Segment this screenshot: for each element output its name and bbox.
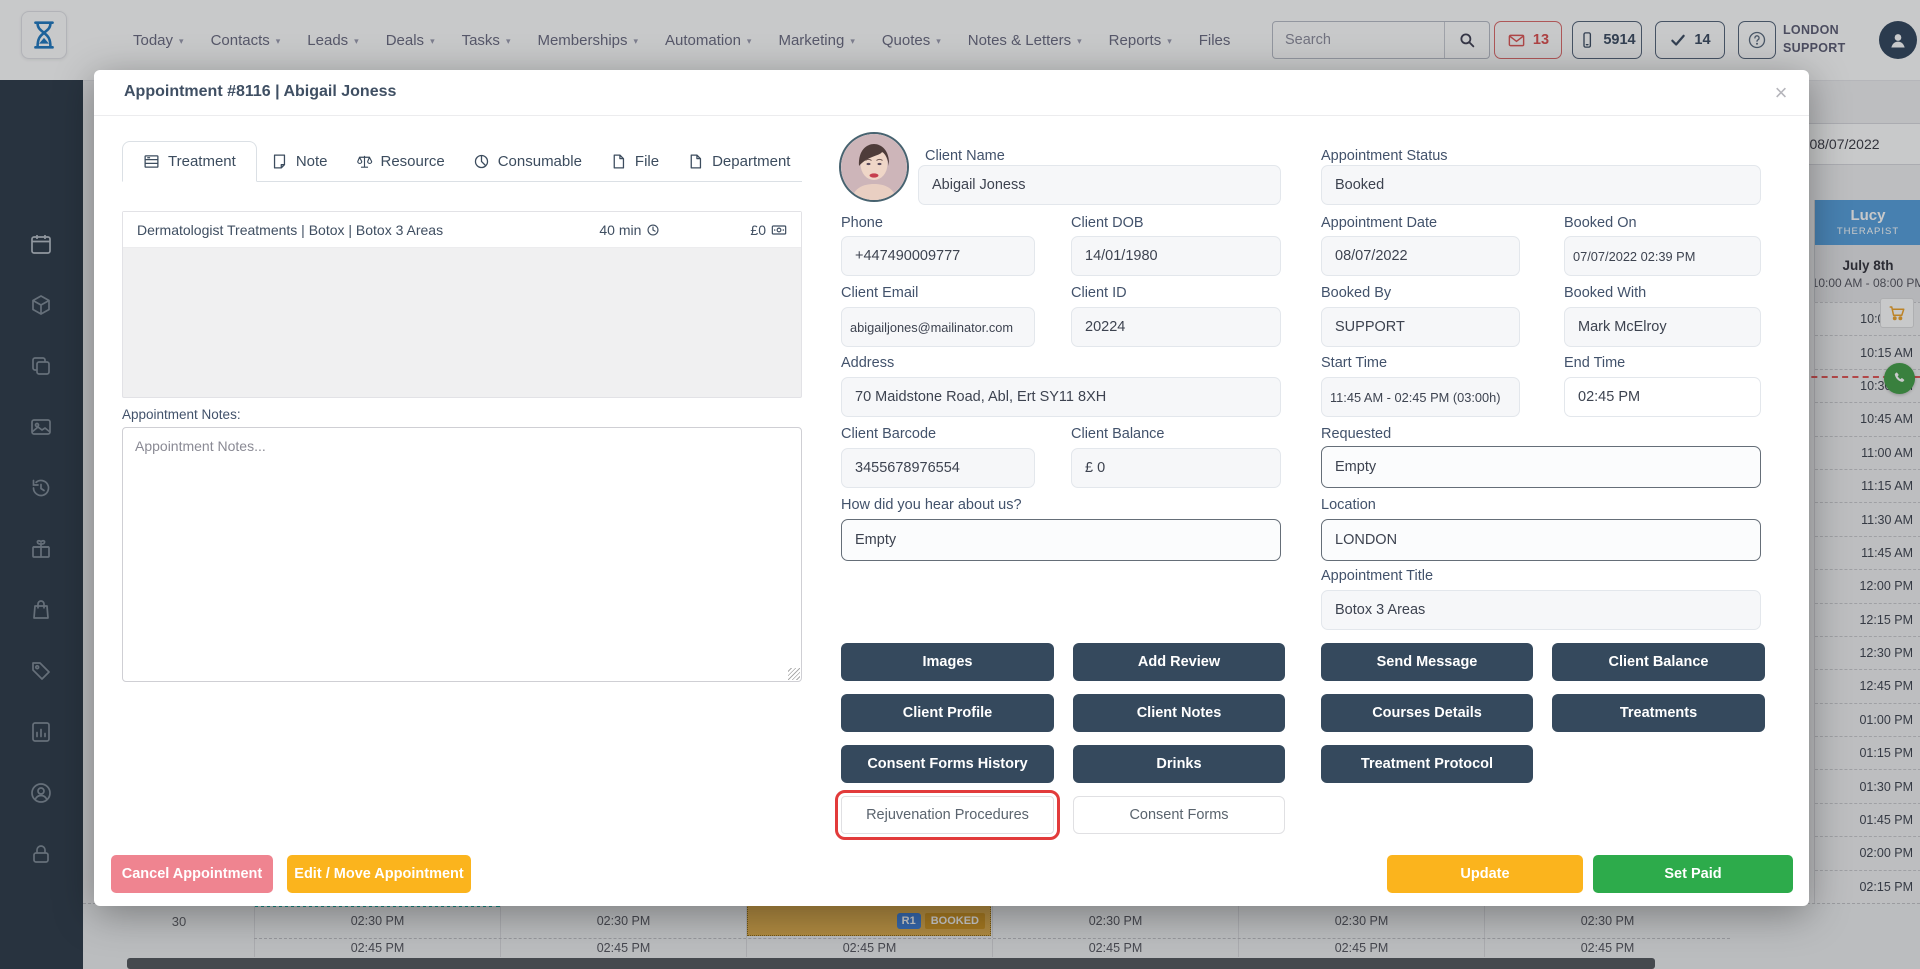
- images-button[interactable]: Images: [841, 643, 1054, 681]
- tab-label: Treatment: [168, 153, 236, 170]
- tab-label: Note: [296, 153, 328, 170]
- tab-label: Consumable: [498, 153, 582, 170]
- client-photo[interactable]: [841, 134, 907, 200]
- appointment-notes-label: Appointment Notes:: [122, 407, 241, 422]
- rejuvenation-procedures-button[interactable]: Rejuvenation Procedures: [841, 796, 1054, 834]
- tab-department[interactable]: Department: [673, 141, 804, 181]
- app-root: 08/07/2022 Lucy THERAPIST July 8th 10:00…: [0, 0, 1920, 969]
- client-id-input[interactable]: 20224: [1071, 307, 1281, 347]
- treatment-row[interactable]: Dermatologist Treatments | Botox | Botox…: [123, 212, 801, 248]
- tab-file[interactable]: File: [596, 141, 673, 181]
- client-dob-label: Client DOB: [1071, 215, 1144, 231]
- client-id-label: Client ID: [1071, 285, 1127, 301]
- courses-details-button[interactable]: Courses Details: [1321, 694, 1533, 732]
- tab-label: Department: [712, 153, 790, 170]
- client-balance-input[interactable]: £ 0: [1071, 448, 1281, 488]
- location-select[interactable]: LONDON: [1321, 519, 1761, 561]
- modal-tabs: Treatment Note Resource Consumable File …: [122, 141, 802, 182]
- booked-with-input[interactable]: Mark McElroy: [1564, 307, 1761, 347]
- appointment-notes-textarea[interactable]: [122, 427, 802, 682]
- client-email-label: Client Email: [841, 285, 918, 301]
- appointment-date-label: Appointment Date: [1321, 215, 1437, 231]
- tab-consumable[interactable]: Consumable: [459, 141, 596, 181]
- phone-input[interactable]: +447490009777: [841, 236, 1035, 276]
- hear-about-label: How did you hear about us?: [841, 497, 1022, 513]
- close-icon[interactable]: ×: [1766, 78, 1796, 108]
- file-icon: [687, 153, 704, 170]
- booked-with-label: Booked With: [1564, 285, 1646, 301]
- modal-header: Appointment #8116 | Abigail Joness ×: [94, 70, 1809, 116]
- client-name-label: Client Name: [925, 148, 1005, 164]
- booked-by-label: Booked By: [1321, 285, 1391, 301]
- appointment-status-input[interactable]: Booked: [1321, 165, 1761, 205]
- edit-move-appointment-button[interactable]: Edit / Move Appointment: [287, 855, 471, 893]
- location-label: Location: [1321, 497, 1376, 513]
- treatment-duration-label: 40 min: [599, 222, 641, 238]
- file-icon: [610, 153, 627, 170]
- scale-icon: [356, 153, 373, 170]
- appointment-modal: Appointment #8116 | Abigail Joness × Tre…: [94, 70, 1809, 906]
- client-profile-button[interactable]: Client Profile: [841, 694, 1054, 732]
- update-button[interactable]: Update: [1387, 855, 1583, 893]
- start-time-label: Start Time: [1321, 355, 1387, 371]
- end-time-input[interactable]: 02:45 PM: [1564, 377, 1761, 417]
- treatment-rows-icon: [143, 153, 160, 170]
- drinks-button[interactable]: Drinks: [1073, 745, 1285, 783]
- clock-icon: [646, 223, 660, 237]
- booked-on-input[interactable]: 07/07/2022 02:39 PM: [1564, 236, 1761, 276]
- cancel-appointment-button[interactable]: Cancel Appointment: [111, 855, 273, 893]
- client-name-input[interactable]: Abigail Joness: [918, 165, 1281, 205]
- appointment-status-label: Appointment Status: [1321, 148, 1448, 164]
- treatment-name: Dermatologist Treatments | Botox | Botox…: [123, 222, 599, 238]
- booked-by-input[interactable]: SUPPORT: [1321, 307, 1520, 347]
- note-icon: [271, 153, 288, 170]
- client-balance-button[interactable]: Client Balance: [1552, 643, 1765, 681]
- requested-select[interactable]: Empty: [1321, 446, 1761, 488]
- end-time-label: End Time: [1564, 355, 1625, 371]
- appointment-title-label: Appointment Title: [1321, 568, 1433, 584]
- appointment-date-input[interactable]: 08/07/2022: [1321, 236, 1520, 276]
- treatment-duration: 40 min: [599, 222, 660, 238]
- client-notes-button[interactable]: Client Notes: [1073, 694, 1285, 732]
- hear-about-select[interactable]: Empty: [841, 519, 1281, 561]
- treatment-price: £0: [750, 222, 787, 238]
- tab-label: File: [635, 153, 659, 170]
- client-barcode-label: Client Barcode: [841, 426, 936, 442]
- phone-label: Phone: [841, 215, 883, 231]
- treatments-button[interactable]: Treatments: [1552, 694, 1765, 732]
- client-barcode-input[interactable]: 3455678976554: [841, 448, 1035, 488]
- tab-treatment[interactable]: Treatment: [122, 141, 257, 182]
- booked-on-label: Booked On: [1564, 215, 1637, 231]
- start-time-input[interactable]: 11:45 AM - 02:45 PM (03:00h): [1321, 377, 1520, 417]
- address-label: Address: [841, 355, 894, 371]
- tab-resource[interactable]: Resource: [342, 141, 459, 181]
- resize-grip-icon[interactable]: [788, 668, 800, 680]
- treatment-list: Dermatologist Treatments | Botox | Botox…: [122, 211, 802, 398]
- address-input[interactable]: 70 Maidstone Road, Abl, Ert SY11 8XH: [841, 377, 1281, 417]
- treatment-price-label: £0: [750, 222, 766, 238]
- send-message-button[interactable]: Send Message: [1321, 643, 1533, 681]
- pie-chart-icon: [473, 153, 490, 170]
- set-paid-button[interactable]: Set Paid: [1593, 855, 1793, 893]
- client-dob-input[interactable]: 14/01/1980: [1071, 236, 1281, 276]
- treatment-protocol-button[interactable]: Treatment Protocol: [1321, 745, 1533, 783]
- client-balance-label: Client Balance: [1071, 426, 1165, 442]
- tab-note[interactable]: Note: [257, 141, 342, 181]
- tab-label: Resource: [381, 153, 445, 170]
- appointment-title-input[interactable]: Botox 3 Areas: [1321, 590, 1761, 630]
- add-review-button[interactable]: Add Review: [1073, 643, 1285, 681]
- requested-label: Requested: [1321, 426, 1391, 442]
- consent-forms-button[interactable]: Consent Forms: [1073, 796, 1285, 834]
- banknote-icon: [771, 222, 787, 238]
- client-email-input[interactable]: abigailjones@mailinator.com: [841, 307, 1035, 347]
- consent-forms-history-button[interactable]: Consent Forms History: [841, 745, 1054, 783]
- modal-title: Appointment #8116 | Abigail Joness: [124, 83, 396, 101]
